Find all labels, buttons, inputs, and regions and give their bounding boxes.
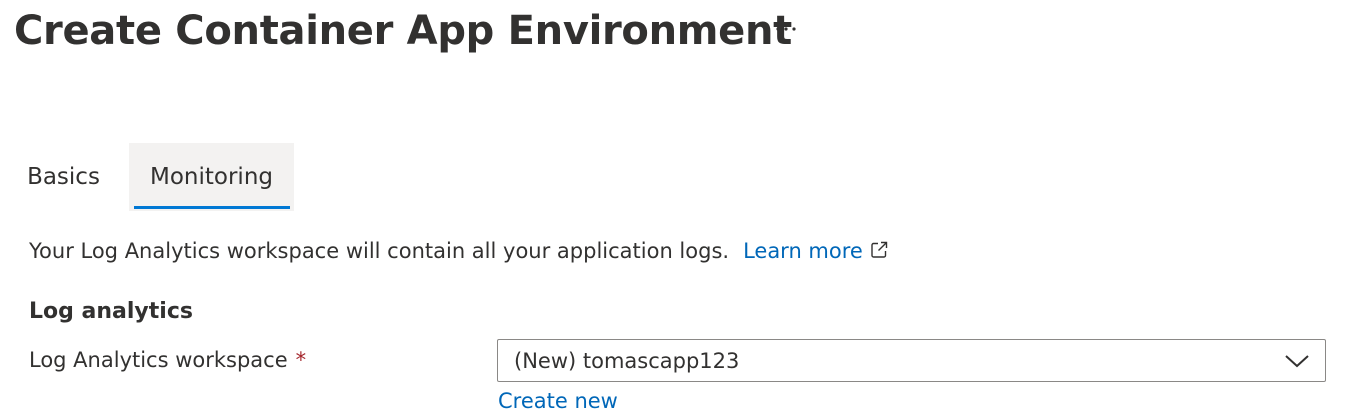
workspace-selected-value: (New) tomascapp123 (514, 349, 740, 373)
tab-monitoring-label: Monitoring (150, 164, 273, 190)
external-link-icon (871, 241, 888, 258)
log-analytics-workspace-dropdown[interactable]: (New) tomascapp123 (497, 339, 1326, 382)
create-new-workspace-link[interactable]: Create new (498, 386, 618, 416)
tab-basics[interactable]: Basics (13, 143, 114, 211)
more-horizontal-icon (776, 27, 796, 31)
tab-monitoring[interactable]: Monitoring (129, 143, 294, 211)
more-options-button[interactable] (772, 14, 800, 44)
log-analytics-section-title: Log analytics (29, 299, 193, 324)
tab-basics-label: Basics (27, 164, 100, 190)
learn-more-label: Learn more (743, 239, 863, 263)
workspace-label-text: Log Analytics workspace (29, 348, 288, 372)
create-container-app-environment-page: Create Container App Environment Basics … (0, 0, 1359, 416)
tab-selected-indicator (134, 206, 290, 209)
page-title: Create Container App Environment (14, 8, 792, 54)
learn-more-link[interactable]: Learn more (743, 239, 889, 263)
required-marker: * (295, 348, 307, 372)
tab-bar: Basics Monitoring (13, 143, 294, 211)
chevron-down-icon (1285, 355, 1309, 368)
workspace-field-label: Log Analytics workspace * (29, 345, 306, 375)
monitoring-description: Your Log Analytics workspace will contai… (29, 236, 889, 266)
description-text: Your Log Analytics workspace will contai… (29, 239, 730, 263)
